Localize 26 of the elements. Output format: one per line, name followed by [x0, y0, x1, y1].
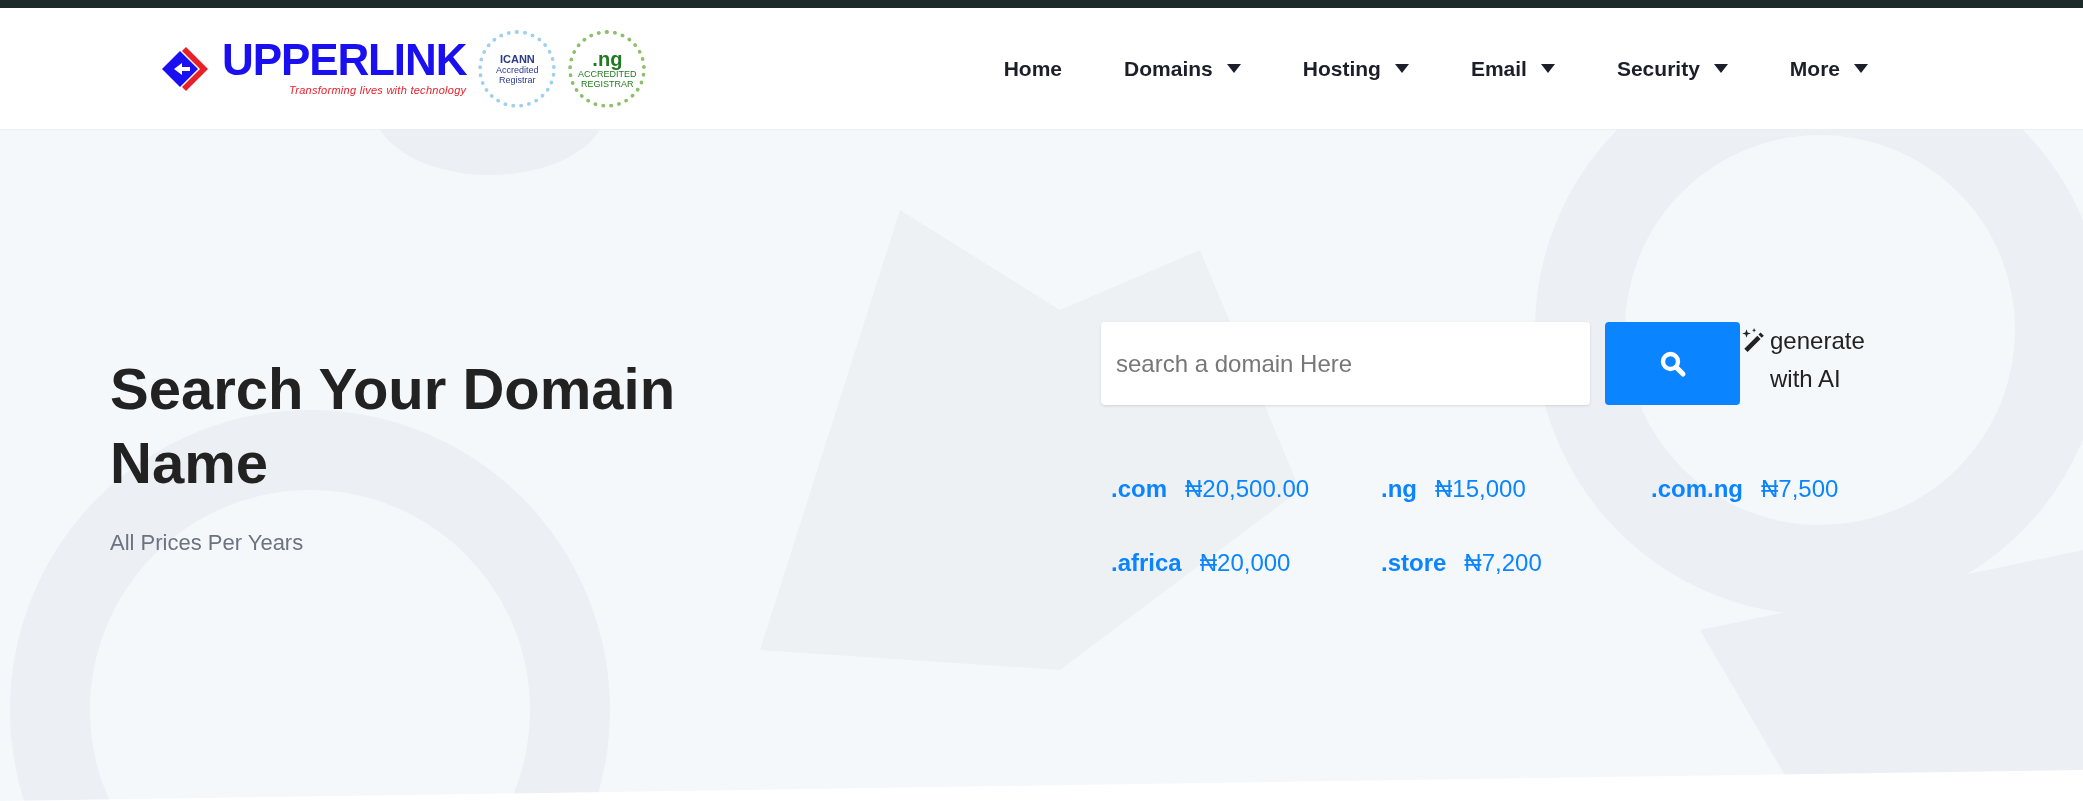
- nav-link[interactable]: Hosting: [1302, 52, 1409, 85]
- nav-link[interactable]: Email: [1470, 52, 1555, 85]
- generate-ai-link[interactable]: generate with AI: [1740, 322, 1890, 398]
- hero-heading: Search Your Domain Name: [110, 355, 677, 497]
- tld-name: .com.ng: [1651, 474, 1743, 504]
- nav-link[interactable]: Domains: [1124, 52, 1241, 85]
- icann-badge: ICANN Accredited Registrar: [478, 29, 557, 108]
- nav-link[interactable]: Home: [1003, 52, 1063, 85]
- tld-name: .africa: [1111, 548, 1182, 578]
- logo-wordmark: UPPERLINK: [222, 38, 467, 83]
- tld-name: .store: [1381, 548, 1447, 578]
- tld-price: ₦7,500: [1761, 474, 1839, 504]
- ng-badge: .ng ACCREDITED REGISTRAR: [568, 29, 647, 108]
- tld-price: ₦20,000: [1199, 548, 1291, 578]
- nav-link[interactable]: More: [1789, 52, 1868, 85]
- subtitle: All Prices Per Years: [110, 529, 305, 557]
- tld-name: .com: [1111, 474, 1167, 504]
- logo-tagline: Transforming lives with technology: [289, 83, 467, 99]
- domain-search-field[interactable]: search a domain Here: [1101, 322, 1590, 405]
- search-button[interactable]: [1605, 322, 1740, 405]
- tld-name: .ng: [1381, 474, 1417, 504]
- nav-link[interactable]: Security: [1616, 52, 1728, 85]
- magic-wand-icon: [1740, 327, 1766, 353]
- tld-price: ₦7,200: [1464, 548, 1542, 578]
- tld-price: ₦20,500.00: [1185, 474, 1310, 504]
- tld-price: ₦15,000: [1435, 474, 1526, 504]
